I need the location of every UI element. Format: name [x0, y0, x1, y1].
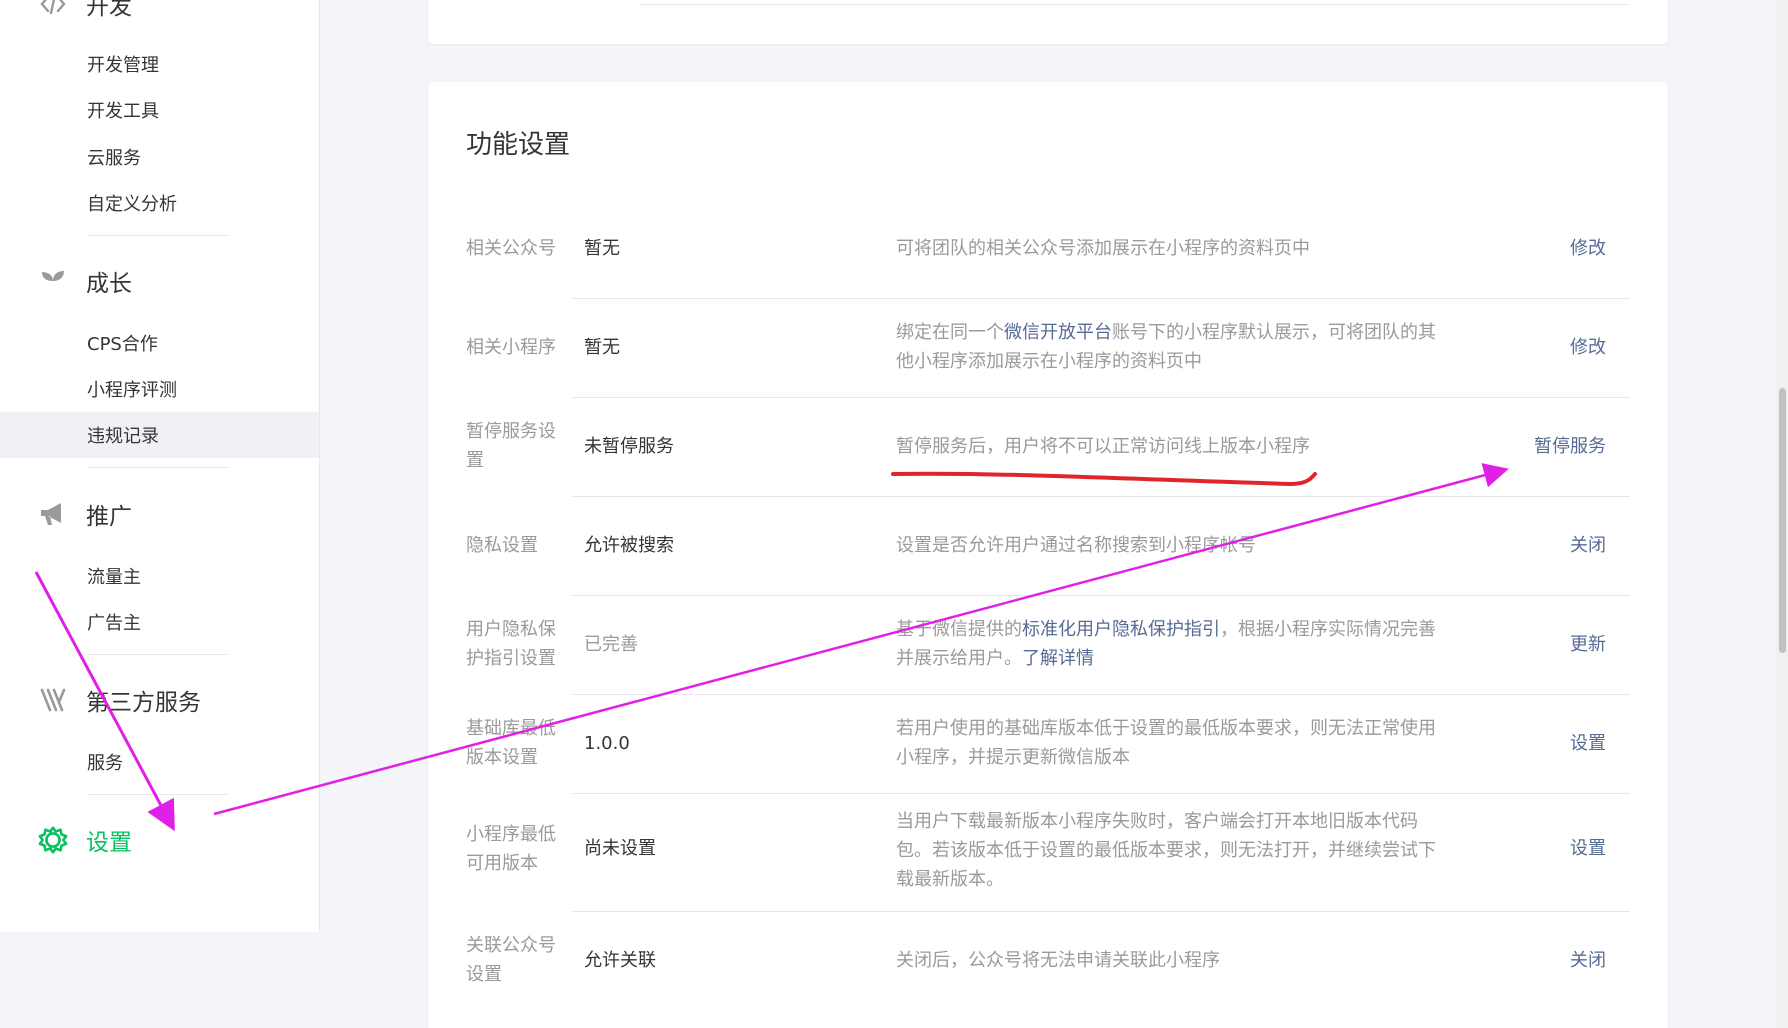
sidebar-item-cloud-service[interactable]: 云服务 — [0, 134, 319, 180]
row-divider — [572, 397, 1630, 398]
row-description: 基于微信提供的标准化用户隐私保护指引，根据小程序实际情况完善并展示给用户。了解详… — [896, 619, 1436, 669]
row-description: 暂停服务后，用户将不可以正常访问线上版本小程序 — [896, 436, 1310, 457]
sidebar-item-custom-analytics[interactable]: 自定义分析 — [0, 180, 319, 226]
third-party-icon — [38, 685, 68, 715]
sidebar-divider — [87, 235, 228, 236]
sidebar-item-advertiser[interactable]: 广告主 — [0, 599, 319, 645]
sidebar-item-dev-management[interactable]: 开发管理 — [0, 41, 319, 87]
row-value: 允许被搜索 — [584, 535, 674, 556]
close-button[interactable]: 关闭 — [1570, 946, 1606, 975]
row-divider — [572, 298, 1630, 299]
row-description: 关闭后，公众号将无法申请关联此小程序 — [896, 950, 1220, 971]
row-label: 暂停服务设置 — [466, 421, 556, 471]
set-button[interactable]: 设置 — [1570, 834, 1606, 863]
nav-group-growth[interactable]: 成长 — [38, 261, 132, 301]
row-value: 暂无 — [584, 337, 620, 358]
previous-card — [428, 0, 1668, 44]
nav-group-dev[interactable]: 开发 — [38, 0, 132, 24]
sprout-icon — [38, 266, 68, 296]
row-description: 绑定在同一个微信开放平台账号下的小程序默认展示，可将团队的其他小程序添加展示在小… — [896, 322, 1436, 372]
card-title: 功能设置 — [466, 130, 571, 160]
sidebar-item-review[interactable]: 小程序评测 — [0, 366, 319, 412]
row-label: 隐私设置 — [466, 535, 538, 556]
row-value: 暂无 — [584, 238, 620, 259]
row-value: 未暂停服务 — [584, 436, 674, 457]
row-value: 1.0.0 — [584, 733, 630, 754]
sidebar-item-dev-tools[interactable]: 开发工具 — [0, 87, 319, 133]
nav-group-label: 第三方服务 — [86, 690, 201, 716]
gear-icon — [38, 825, 68, 855]
row-divider — [572, 911, 1630, 912]
row-label: 基础库最低版本设置 — [466, 718, 556, 768]
nav-group-label: 成长 — [86, 271, 132, 297]
nav-group-label: 设置 — [86, 830, 132, 856]
sidebar-item-traffic-master[interactable]: 流量主 — [0, 553, 319, 599]
row-label: 相关公众号 — [466, 238, 556, 259]
row-description: 可将团队的相关公众号添加展示在小程序的资料页中 — [896, 238, 1310, 259]
row-description: 当用户下载最新版本小程序失败时，客户端会打开本地旧版本代码包。若该版本低于设置的… — [896, 811, 1436, 890]
wechat-open-platform-link[interactable]: 微信开放平台 — [1004, 322, 1112, 343]
sidebar-divider — [87, 654, 228, 655]
nav-group-third-party[interactable]: 第三方服务 — [38, 680, 201, 720]
set-button[interactable]: 设置 — [1570, 729, 1606, 758]
row-divider — [572, 496, 1630, 497]
row-label: 关联公众号设置 — [466, 935, 556, 985]
row-divider — [572, 595, 1630, 596]
row-label: 相关小程序 — [466, 337, 556, 358]
sidebar-item-services[interactable]: 服务 — [0, 739, 319, 785]
sidebar-item-violations[interactable]: 违规记录 — [0, 412, 319, 458]
row-value: 已完善 — [584, 634, 638, 655]
nav-group-settings[interactable]: 设置 — [38, 820, 132, 860]
update-button[interactable]: 更新 — [1570, 630, 1606, 659]
scrollbar-thumb[interactable] — [1779, 388, 1786, 653]
sidebar-divider — [87, 467, 228, 468]
privacy-guide-link[interactable]: 标准化用户隐私保护指引 — [1022, 619, 1220, 640]
sidebar-divider — [87, 794, 228, 795]
sidebar-item-cps[interactable]: CPS合作 — [0, 320, 319, 366]
row-label: 用户隐私保护指引设置 — [466, 619, 556, 669]
code-icon — [38, 0, 68, 19]
modify-button[interactable]: 修改 — [1570, 234, 1606, 263]
learn-more-link[interactable]: 了解详情 — [1022, 648, 1094, 669]
sidebar: 开发 开发管理 开发工具 云服务 自定义分析 成长 CPS合作 小程序评测 违规… — [0, 0, 320, 932]
nav-group-label: 推广 — [86, 504, 132, 530]
close-button[interactable]: 关闭 — [1570, 531, 1606, 560]
row-description: 若用户使用的基础库版本低于设置的最低版本要求，则无法正常使用小程序，并提示更新微… — [896, 718, 1436, 768]
row-description: 设置是否允许用户通过名称搜索到小程序帐号 — [896, 535, 1256, 556]
row-label: 小程序最低可用版本 — [466, 824, 556, 874]
nav-group-label: 开发 — [86, 0, 132, 20]
row-value: 尚未设置 — [584, 838, 656, 859]
feature-settings-card: 功能设置 相关公众号 暂无 可将团队的相关公众号添加展示在小程序的资料页中 修改… — [428, 82, 1668, 1028]
row-value: 允许关联 — [584, 950, 656, 971]
pause-service-button[interactable]: 暂停服务 — [1534, 432, 1606, 461]
row-divider — [572, 694, 1630, 695]
nav-group-promotion[interactable]: 推广 — [38, 494, 132, 534]
modify-button[interactable]: 修改 — [1570, 333, 1606, 362]
row-divider — [572, 793, 1630, 794]
megaphone-icon — [38, 499, 68, 529]
